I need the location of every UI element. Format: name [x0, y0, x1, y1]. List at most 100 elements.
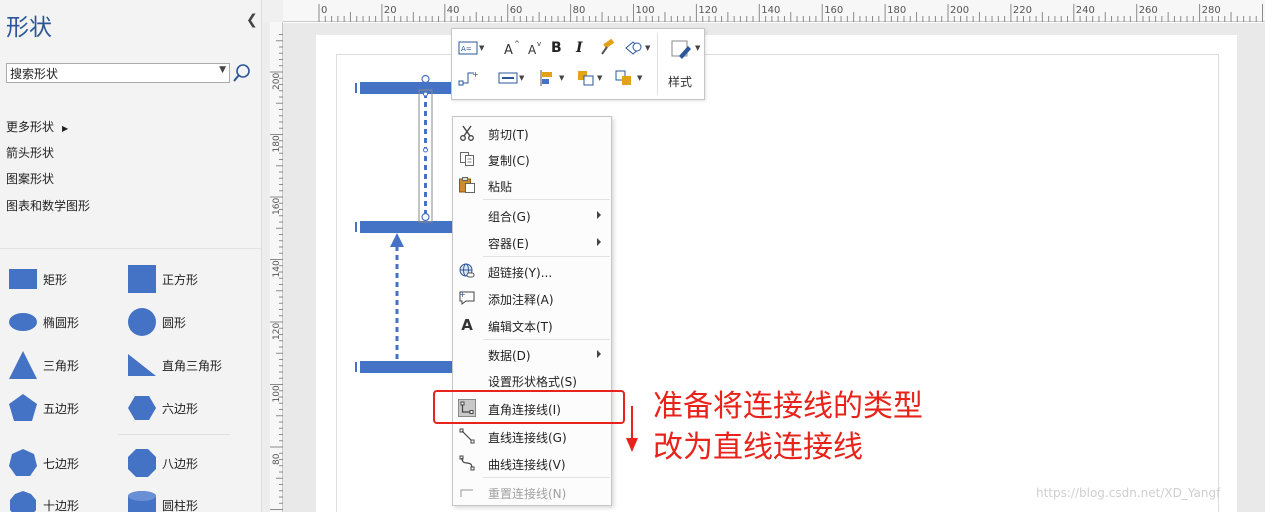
scissors-icon: [458, 124, 476, 142]
shape-label: 圆柱形: [162, 498, 199, 512]
menu-item-label: 编辑文本(T): [488, 320, 553, 334]
octagon-icon: [128, 449, 156, 477]
hyperlink-icon: [458, 262, 476, 280]
menu-item-label: 粘贴: [488, 180, 513, 194]
chevron-down-icon: ▼: [637, 74, 643, 82]
align-button[interactable]: ▼: [538, 67, 564, 89]
menu-item-add-comment[interactable]: + 添加注释(A): [453, 285, 611, 311]
menu-item-paste[interactable]: 粘贴: [453, 172, 611, 198]
menu-separator: [483, 339, 610, 340]
line-icon: [498, 72, 518, 84]
text-style-button[interactable]: A= ▼: [458, 37, 484, 59]
menu-separator: [483, 199, 610, 200]
style-label: 样式: [668, 75, 693, 89]
shape-divider: [118, 434, 230, 435]
menu-item-label: 数据(D): [488, 349, 531, 363]
svg-text:v: v: [537, 40, 541, 48]
menu-item-edit-text[interactable]: A 编辑文本(T): [453, 312, 611, 338]
shape-cylinder[interactable]: 圆柱形: [127, 490, 198, 512]
ruler-label: 80: [573, 5, 586, 16]
menu-item-label: 曲线连接线(V): [488, 458, 566, 472]
bar-shape-top[interactable]: [360, 82, 452, 94]
chevron-down-icon: ▼: [559, 74, 565, 82]
heptagon-icon: [9, 449, 37, 476]
menu-item-cut[interactable]: 剪切(T): [453, 120, 611, 146]
annotation-text: 准备将连接线的类型 改为直线连接线: [653, 386, 923, 468]
shape-heptagon[interactable]: 七边形: [8, 448, 79, 478]
menu-item-container[interactable]: 容器(E): [453, 229, 611, 255]
shape-label: 五边形: [43, 401, 80, 416]
connector-tool-button[interactable]: +: [458, 67, 478, 89]
connector-handle-top[interactable]: [421, 74, 430, 84]
edit-text-icon: A: [461, 316, 473, 334]
menu-item-label: 剪切(T): [488, 128, 529, 142]
menu-item-group[interactable]: 组合(G): [453, 202, 611, 228]
chevron-right-icon: [597, 350, 601, 358]
ruler-label: 160: [824, 5, 843, 16]
menu-item-label: 设置形状格式(S): [488, 375, 577, 389]
ruler-label: 140: [761, 5, 780, 16]
pointer-tool-button[interactable]: ▼: [622, 37, 650, 59]
straight-connector-icon: [458, 427, 476, 445]
font-grow-button[interactable]: A ^: [502, 37, 520, 59]
chevron-down-icon: ▼: [695, 44, 701, 52]
format-painter-icon: [601, 39, 615, 55]
paste-icon: [458, 176, 476, 194]
bar-shape-bottom[interactable]: [360, 361, 452, 373]
menu-item-data[interactable]: 数据(D): [453, 341, 611, 367]
style-button[interactable]: ▼ 样式: [664, 34, 702, 94]
svg-text:A: A: [528, 43, 537, 56]
format-painter-button[interactable]: [598, 37, 616, 59]
menu-item-curved-connector[interactable]: 曲线连接线(V): [453, 450, 611, 476]
italic-icon: I: [576, 40, 583, 56]
comment-icon: +: [458, 289, 476, 307]
arrowhead-icon: [390, 233, 404, 247]
svg-text:+: +: [472, 70, 478, 79]
connector-tool-icon: +: [458, 70, 478, 86]
send-to-back-button[interactable]: ▼: [614, 67, 642, 89]
ruler-label: 180: [887, 5, 906, 16]
diagram-drawing[interactable]: [0, 0, 460, 400]
menu-item-label: 复制(C): [488, 154, 530, 168]
align-icon: [540, 70, 552, 86]
connector-handle-bottom[interactable]: [421, 212, 430, 222]
style-icon: [671, 40, 691, 59]
watermark: https://blog.csdn.net/XD_Yangf: [1036, 486, 1221, 500]
svg-text:^: ^: [514, 40, 520, 48]
bold-button[interactable]: B: [551, 37, 562, 59]
mini-toolbar: A= ▼ A ^ Av B I ▼ + ▼ ▼ ▼ ▼ ▼ 样式: [451, 28, 705, 100]
menu-item-reset-connector[interactable]: 重置连接线(N): [453, 479, 611, 505]
chevron-right-icon: [597, 238, 601, 246]
bring-to-front-button[interactable]: ▼: [576, 67, 602, 89]
shape-label: 八边形: [162, 456, 199, 471]
font-grow-icon: A ^: [504, 40, 520, 56]
ruler-label: 280: [1202, 5, 1221, 16]
chevron-right-icon: [597, 211, 601, 219]
italic-button[interactable]: I: [576, 37, 583, 59]
menu-item-straight-connector[interactable]: 直线连接线(G): [453, 423, 611, 449]
font-shrink-button[interactable]: Av: [526, 37, 544, 59]
ruler-label: 120: [698, 5, 717, 16]
ruler-label: 80: [272, 453, 282, 465]
chevron-down-icon: ▼: [645, 44, 651, 52]
decagon-icon: [10, 491, 36, 512]
bar-shape-middle[interactable]: [360, 221, 452, 233]
shape-decagon[interactable]: 十边形: [8, 490, 79, 512]
ruler-label: 220: [1013, 5, 1032, 16]
curved-connector-icon: [458, 454, 476, 472]
menu-item-copy[interactable]: 复制(C): [453, 146, 611, 172]
shape-octagon[interactable]: 八边形: [127, 448, 198, 478]
chevron-down-icon: ▼: [597, 74, 603, 82]
menu-separator: [483, 477, 610, 478]
bring-to-front-icon: [578, 71, 594, 86]
svg-text:A: A: [504, 43, 513, 56]
line-button[interactable]: ▼: [498, 67, 524, 89]
menu-item-hyperlink[interactable]: 超链接(Y)...: [453, 258, 611, 284]
context-menu: 剪切(T) 复制(C) 粘贴 组合(G) 容器(E) 超链接(Y)... + 添…: [452, 116, 612, 506]
toolbar-separator: [657, 33, 658, 95]
font-shrink-icon: Av: [528, 40, 541, 56]
bold-icon: B: [551, 40, 562, 56]
menu-item-label: 直线连接线(G): [488, 431, 567, 445]
highlight-box: [433, 390, 625, 424]
cylinder-icon: [128, 491, 156, 512]
